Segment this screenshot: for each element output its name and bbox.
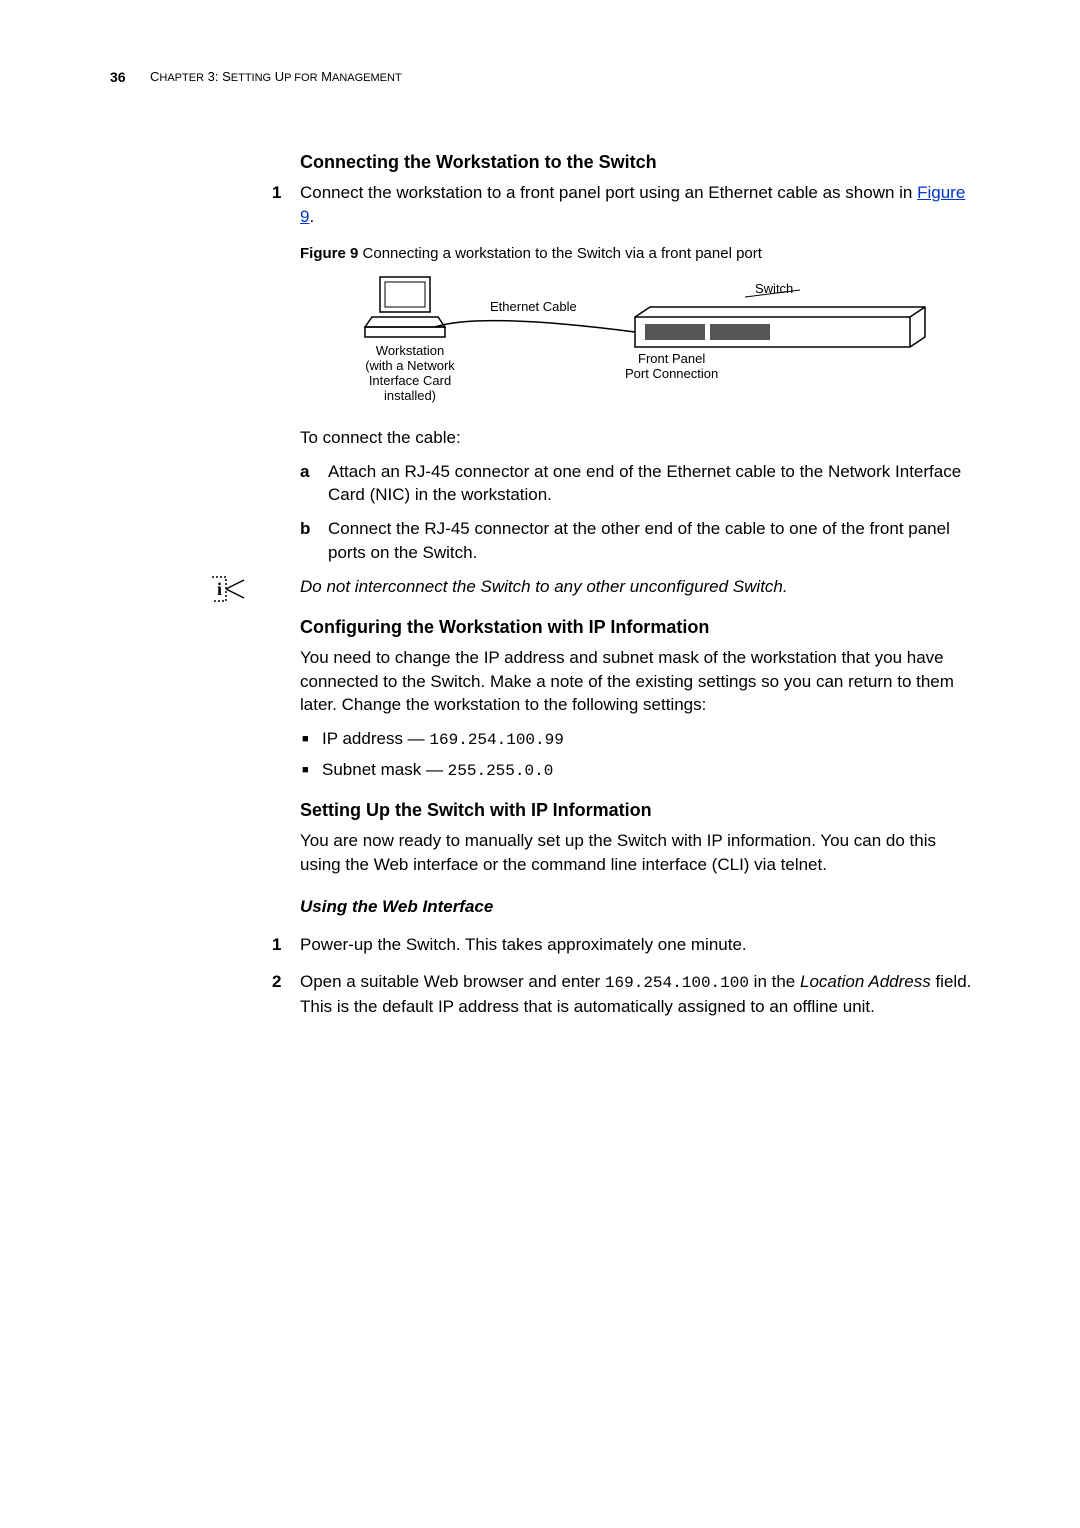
paragraph: You need to change the IP address and su…	[300, 646, 980, 717]
substep-letter: a	[300, 460, 328, 508]
paragraph: To connect the cable:	[300, 426, 980, 450]
step-text: Power-up the Switch. This takes approxim…	[300, 933, 980, 957]
cable-line	[430, 307, 640, 347]
list-item: 1 Power-up the Switch. This takes approx…	[300, 933, 980, 957]
substep-letter: b	[300, 517, 328, 565]
list-item: a Attach an RJ-45 connector at one end o…	[328, 460, 980, 508]
step-number: 1	[272, 933, 300, 957]
switch-label-line	[740, 287, 840, 307]
list-item: ■ Subnet mask — 255.255.0.0	[322, 758, 980, 782]
section-title-setting-up: Setting Up the Switch with IP Informatio…	[300, 798, 980, 823]
list-item: ■ IP address — 169.254.100.99	[322, 727, 980, 751]
section-title-connecting: Connecting the Workstation to the Switch	[300, 150, 980, 175]
list-item: 2 Open a suitable Web browser and enter …	[300, 970, 980, 1018]
info-icon: i	[210, 575, 246, 603]
step-number: 2	[272, 970, 300, 1018]
step-text: Open a suitable Web browser and enter 16…	[300, 970, 980, 1018]
paragraph: You are now ready to manually set up the…	[300, 829, 980, 877]
workstation-label: Workstation (with a Network Interface Ca…	[350, 344, 470, 404]
bullet-text: IP address — 169.254.100.99	[322, 727, 564, 751]
svg-text:i: i	[217, 579, 222, 599]
figure-caption: Figure 9 Connecting a workstation to the…	[300, 243, 980, 264]
section-title-configuring: Configuring the Workstation with IP Info…	[300, 615, 980, 640]
step-text: Connect the workstation to a front panel…	[300, 181, 980, 229]
bullet-text: Subnet mask — 255.255.0.0	[322, 758, 553, 782]
bullet-icon: ■	[302, 727, 322, 751]
figure-diagram: Workstation (with a Network Interface Ca…	[350, 272, 980, 412]
list-item: b Connect the RJ-45 connector at the oth…	[328, 517, 980, 565]
step-number: 1	[272, 181, 300, 229]
switch-icon	[630, 302, 930, 352]
list-item: 1 Connect the workstation to a front pan…	[300, 181, 980, 229]
substep-text: Connect the RJ-45 connector at the other…	[328, 517, 980, 565]
port-label: Front Panel Port Connection	[625, 352, 718, 382]
info-note: i Do not interconnect the Switch to any …	[300, 575, 980, 599]
page-number: 36	[110, 68, 126, 88]
substep-text: Attach an RJ-45 connector at one end of …	[328, 460, 980, 508]
chapter-header: CHAPTER 3: SETTING UP FOR MANAGEMENT	[150, 68, 402, 86]
subsection-title-web: Using the Web Interface	[300, 895, 980, 919]
bullet-icon: ■	[302, 758, 322, 782]
content-area: Connecting the Workstation to the Switch…	[300, 150, 980, 1032]
